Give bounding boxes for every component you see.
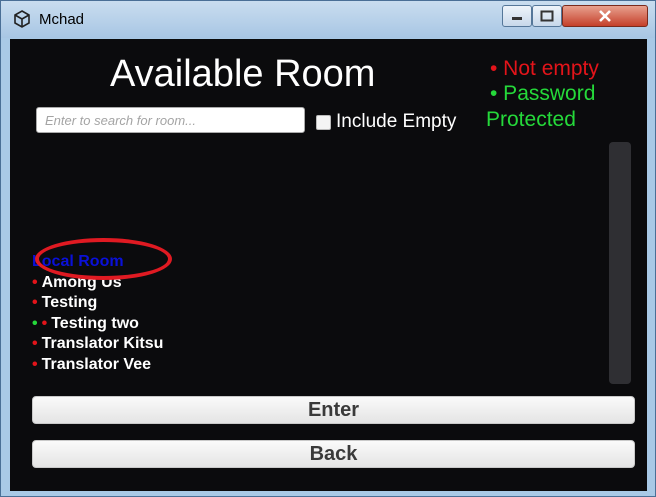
window-title: Mchad xyxy=(39,11,85,28)
room-browser-panel: Available Room • Not empty • Password Pr… xyxy=(10,39,647,491)
room-item-testing[interactable]: • Testing xyxy=(32,292,163,313)
room-label: Testing xyxy=(41,294,98,312)
not-empty-dot: • xyxy=(32,355,38,373)
legend-password-protected: Protected xyxy=(486,108,576,131)
room-item-among-us[interactable]: • Among Us xyxy=(32,272,163,293)
room-label: Translator Kitsu xyxy=(41,335,164,353)
room-item-testing-two[interactable]: • • Testing two xyxy=(32,313,163,334)
app-window: Mchad Available Room • Not empty • Passw… xyxy=(0,0,656,497)
title-bar[interactable]: Mchad xyxy=(1,1,655,38)
room-label: Local Room xyxy=(32,253,124,270)
room-item-translator-kitsu[interactable]: • Translator Kitsu xyxy=(32,333,163,354)
close-icon xyxy=(599,10,611,22)
maximize-button[interactable] xyxy=(532,5,562,27)
unity-icon xyxy=(14,10,30,28)
room-search-input[interactable] xyxy=(36,107,305,133)
room-item-translator-vee[interactable]: • Translator Vee xyxy=(32,354,163,375)
page-title: Available Room xyxy=(110,53,376,95)
not-empty-dot: • xyxy=(32,294,38,312)
room-list: Local Room • Among Us • Testing • • Testing … xyxy=(32,251,163,375)
include-empty-toggle[interactable]: Include Empty xyxy=(316,111,456,133)
legend-password: • Password xyxy=(490,82,596,105)
room-item-local[interactable]: Local Room xyxy=(32,251,163,272)
room-label: Testing two xyxy=(51,314,139,332)
room-label: Translator Vee xyxy=(41,355,151,373)
back-button[interactable]: Back xyxy=(32,440,635,468)
room-list-scrollbar[interactable] xyxy=(609,142,631,384)
not-empty-dot: • xyxy=(41,314,48,332)
minimize-icon xyxy=(512,17,522,20)
close-button[interactable] xyxy=(562,5,648,27)
enter-button[interactable]: Enter xyxy=(32,396,635,424)
room-label: Among Us xyxy=(41,273,122,291)
maximize-icon xyxy=(540,10,554,22)
minimize-button[interactable] xyxy=(502,5,532,27)
not-empty-dot: • xyxy=(32,273,38,291)
include-empty-label: Include Empty xyxy=(336,111,457,132)
password-dot: • xyxy=(32,314,38,332)
legend-not-empty: • Not empty xyxy=(490,57,599,80)
not-empty-dot: • xyxy=(32,335,38,353)
include-empty-checkbox[interactable] xyxy=(316,114,331,130)
